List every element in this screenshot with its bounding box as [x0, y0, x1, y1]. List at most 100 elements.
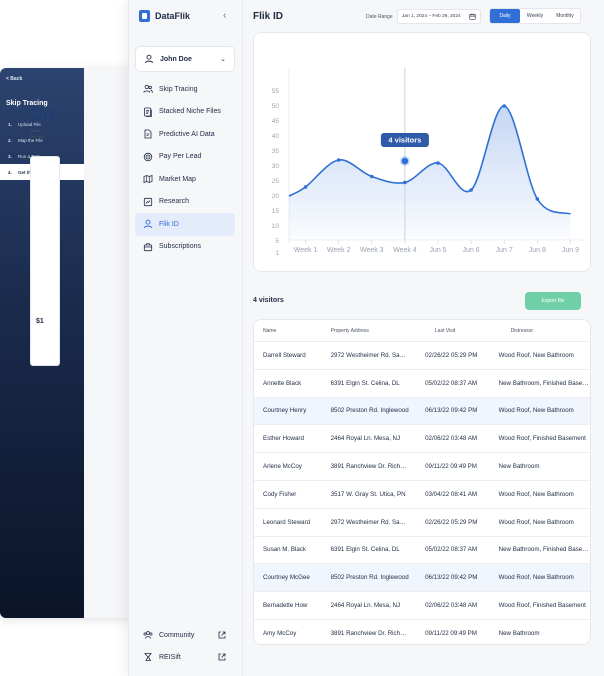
period-toggle: Daily Weekly Monthly — [489, 8, 581, 24]
sidebar-item-label: Skip Tracing — [159, 85, 198, 93]
back-link[interactable]: < Back — [6, 76, 22, 82]
table-row[interactable]: Annette Black 6391 Elgin St. Celina, DL 05… — [254, 370, 590, 398]
cell-last-visit: 05/02/22 08:37 AM — [425, 379, 478, 387]
sidebar-item-research[interactable]: Research — [135, 191, 235, 214]
table-row[interactable]: Bernadette How 2464 Royal Ln. Mesa, NJ 02/… — [254, 592, 590, 620]
y-tick-label: 20 — [272, 193, 280, 200]
column-header-address[interactable]: Property Address — [322, 328, 409, 334]
results-subtitle: Great n One mo — [30, 128, 44, 140]
y-tick-label: 30 — [272, 163, 280, 170]
reisift-icon — [144, 653, 152, 661]
column-header-name[interactable]: Name — [254, 328, 322, 334]
table-row[interactable]: Arlene McCoy 3891 Ranchview Dr. Richardso… — [254, 453, 590, 481]
sidebar-item-stacked-niche-files[interactable]: Stacked Niche Files — [135, 101, 235, 124]
table-row[interactable]: Cody Fisher 3517 W. Gray St. Utica, PN 03/… — [254, 481, 590, 509]
step-number: 4. — [8, 169, 12, 175]
sidebar-item-label: Community — [159, 631, 195, 639]
sidebar-item-flik-id[interactable]: Flik ID — [135, 213, 235, 236]
cell-distressor: Wood Roof, Finished Basement — [498, 435, 586, 443]
cell-address: 2972 Westheimer Rd. Santa Ana — [330, 351, 409, 359]
cell-last-visit: 03/04/22 08:41 AM — [425, 490, 478, 498]
sidebar-item-pay-per-lead[interactable]: Pay Per Lead — [135, 146, 235, 169]
sidebar-item-market-map[interactable]: Market Map — [135, 168, 235, 191]
cell-address: 3517 W. Gray St. Utica, PN — [330, 490, 406, 498]
data-point[interactable] — [469, 188, 473, 192]
visitors-count: 4 visitors — [253, 297, 284, 304]
table-row[interactable]: Leonard Steward 2972 Westheimer Rd. Santa… — [254, 509, 590, 537]
research-icon — [143, 197, 153, 206]
logo[interactable]: DataFlik — [139, 10, 190, 22]
cell-address: 2464 Royal Ln. Mesa, NJ — [330, 602, 401, 610]
y-tick-label: 55 — [272, 88, 280, 95]
sidebar-item-label: Flik ID — [159, 220, 179, 228]
sidebar-item-subscriptions[interactable]: Subscriptions — [135, 236, 235, 259]
cell-name: Leonard Steward — [263, 518, 311, 526]
tooltip-point[interactable] — [401, 157, 409, 165]
chevron-left-icon[interactable]: ‹ — [223, 10, 226, 21]
map-icon — [143, 175, 153, 184]
table-row[interactable]: Amy McCoy 3891 Ranchview Dr. Richardson 09… — [254, 620, 590, 644]
sidebar-item-label: REISift — [159, 653, 181, 661]
cell-name: Courtney McGee — [263, 574, 310, 582]
community-icon — [143, 631, 153, 639]
cell-last-visit: 09/11/22 09:49 PM — [425, 463, 477, 471]
cell-name: Susan M. Black — [263, 546, 306, 554]
visitors-chart: 1510152025303540455055Week 1 Week 2 Week 3… — [272, 68, 587, 257]
table-header: Name Property Address Last Visit Distres… — [254, 320, 590, 342]
chevron-down-icon: ⌄ — [220, 56, 226, 63]
cell-last-visit: 06/13/22 09:42 PM — [425, 407, 478, 415]
user-name: John Doe — [160, 55, 192, 63]
data-point[interactable] — [336, 158, 341, 162]
data-point[interactable] — [436, 161, 440, 165]
sidebar-bottom: Community REISift — [135, 624, 235, 668]
cell-last-visit: 06/13/22 09:42 PM — [425, 574, 478, 582]
data-point[interactable] — [403, 180, 407, 185]
table-row[interactable]: Courtney McGee 8502 Preston Rd. Inglewood… — [254, 564, 590, 593]
table-row[interactable]: Esther Howard 2464 Royal Ln. Mesa, NJ 02/0… — [254, 425, 590, 454]
period-daily-button[interactable]: Daily — [490, 9, 520, 23]
data-point[interactable] — [535, 197, 540, 201]
user-menu[interactable]: John Doe ⌄ — [135, 46, 235, 72]
table-row[interactable]: Darrell Steward 2972 Westheimer Rd. Santa… — [254, 342, 590, 370]
export-file-button[interactable]: Export file — [525, 292, 581, 310]
document-ai-icon — [144, 129, 152, 139]
cell-name: Esther Howard — [263, 435, 304, 443]
subtitle-line: One mo — [30, 134, 45, 139]
sidebar-item-reisift[interactable]: REISift — [135, 646, 235, 668]
tooltip-label: 4 visitors — [388, 136, 421, 145]
cell-distressor: Wood Roof, Finished Basement — [498, 602, 586, 610]
data-point[interactable] — [369, 174, 374, 179]
y-tick-label: 5 — [275, 238, 279, 245]
cell-address: 8502 Preston Rd. Inglewood — [330, 574, 409, 582]
table-row[interactable]: Susan M. Black 6391 Elgin St. Celina, DL 0… — [254, 537, 590, 565]
cell-name: Annette Black — [263, 379, 302, 387]
data-point[interactable] — [502, 104, 507, 108]
column-header-last-visit[interactable]: Last Visit — [409, 328, 495, 334]
sidebar-item-predictive-ai-data[interactable]: Predictive AI Data — [135, 123, 235, 146]
cell-name: Arlene McCoy — [263, 463, 302, 471]
cell-distressor: New Bathroom — [498, 463, 540, 471]
cell-distressor: New Bathroom — [498, 629, 540, 637]
sidebar: DataFlik ‹ John Doe ⌄ Skip Tracing Stack… — [129, 0, 243, 676]
period-monthly-button[interactable]: Monthly — [550, 9, 580, 23]
column-header-distressor[interactable]: Distressor — [495, 328, 590, 334]
sidebar-item-skip-tracing[interactable]: Skip Tracing — [135, 78, 235, 101]
step-number: 1. — [8, 121, 12, 127]
logo-text: DataFlik — [155, 11, 191, 21]
cell-last-visit: 02/26/22 05:29 PM — [425, 351, 478, 359]
main-content: Flik ID Date Range Jan 1, 2024 – Feb 29,… — [243, 0, 604, 676]
visitors-chart-card: 1 5 10 15 20 25 30 35 40 45 50 55 Week 1 Week 2 Week 3… — [253, 32, 591, 272]
sidebar-item-label: Research — [159, 198, 189, 206]
external-link-icon — [218, 631, 226, 639]
cell-last-visit: 02/26/22 05:29 PM — [425, 518, 478, 526]
box-icon — [143, 242, 153, 251]
calendar-icon — [469, 13, 476, 20]
sidebar-item-community[interactable]: Community — [135, 624, 235, 646]
stage: < Back Skip Tracing 1. Upload File 2. Ma… — [0, 0, 604, 676]
cell-distressor: Wood Roof, New Bathroom — [498, 407, 574, 415]
table-row[interactable]: Courtney Henry 8502 Preston Rd. Inglewood… — [254, 397, 590, 426]
data-point[interactable] — [303, 185, 308, 189]
y-tick-label: 15 — [272, 208, 280, 215]
period-weekly-button[interactable]: Weekly — [520, 9, 550, 23]
date-range-picker[interactable]: Jan 1, 2024 – Feb 29, 2024 — [397, 9, 481, 24]
